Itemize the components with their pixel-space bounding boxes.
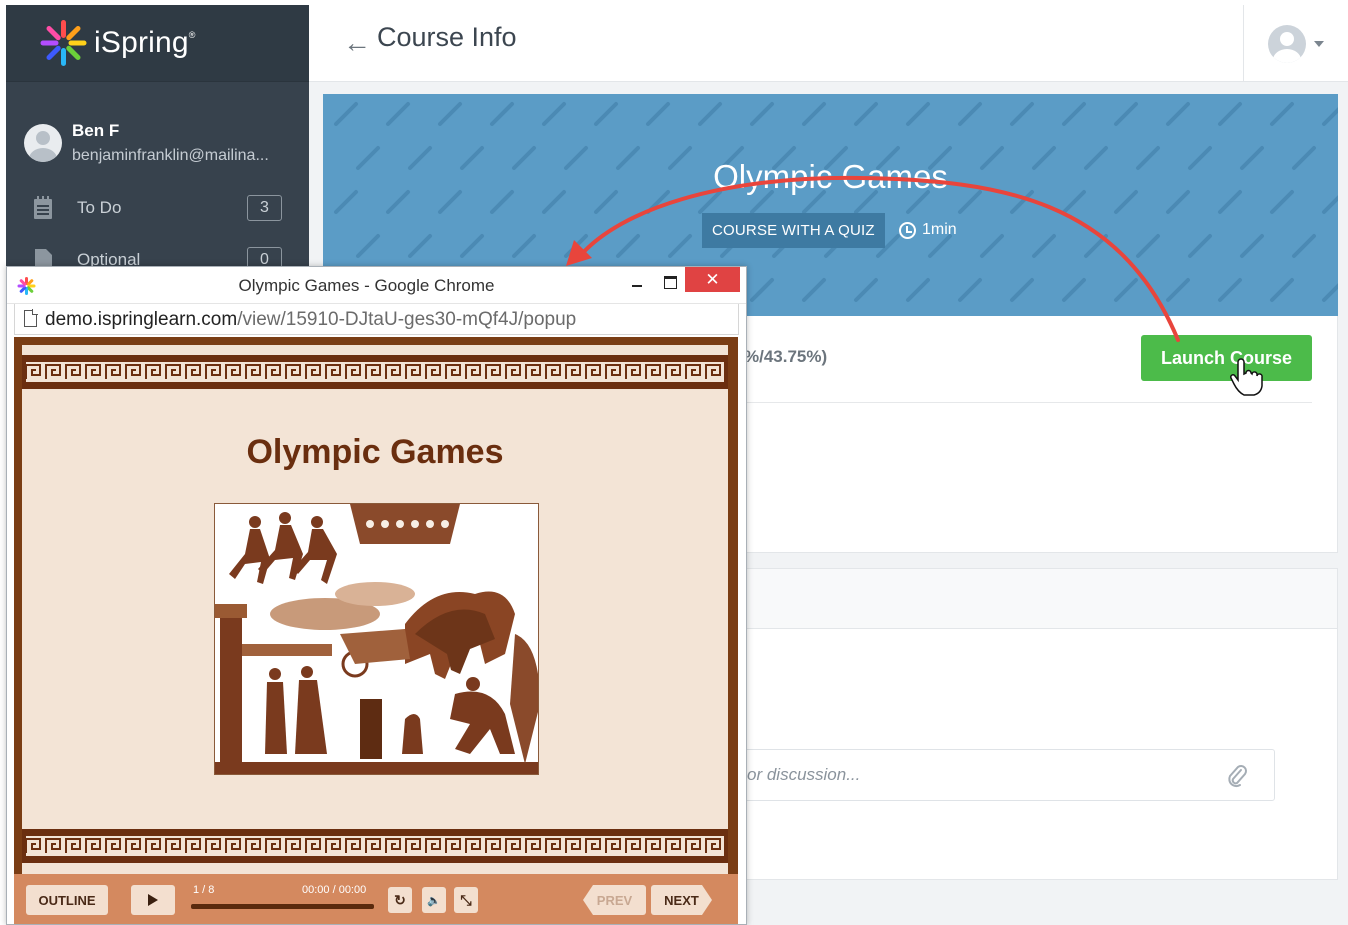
greek-key-border-bottom <box>22 829 728 863</box>
fullscreen-icon: ⤡ <box>460 891 472 908</box>
sidebar-item-label: To Do <box>77 198 122 217</box>
popup-titlebar[interactable]: Olympic Games - Google Chrome ✕ <box>7 267 746 304</box>
prev-button[interactable]: PREV <box>583 885 646 915</box>
brand-name[interactable]: iSpring® <box>94 26 196 60</box>
slide-counter: 1 / 8 <box>193 884 215 896</box>
greek-key-border-top <box>22 355 728 389</box>
course-player: Olympic Games OUTLINE 1 / 8 00:00 / 00:0… <box>14 337 738 924</box>
volume-icon: 🔈 <box>427 894 441 907</box>
url-text[interactable]: demo.ispringlearn.com/view/15910-DJtaU-g… <box>45 309 576 331</box>
clock-icon <box>899 221 916 239</box>
duration-text: 1min <box>922 221 957 238</box>
replay-button[interactable]: ↻ <box>388 887 412 913</box>
outline-button[interactable]: OUTLINE <box>26 885 108 915</box>
calendar-icon <box>34 196 52 219</box>
user-email: benjaminfranklin@mailina... <box>72 147 269 164</box>
sidebar-item-todo[interactable]: To Do 3 <box>6 182 309 234</box>
screen: iSpring® Ben F benjaminfranklin@mailina.… <box>0 0 1348 925</box>
course-type-badge: COURSE WITH A QUIZ <box>702 213 885 248</box>
course-title: Olympic Games <box>713 158 948 195</box>
close-button[interactable]: ✕ <box>685 267 740 292</box>
avatar <box>24 124 62 162</box>
user-avatar-icon <box>1268 24 1306 63</box>
url-path: /view/15910-DJtaU-ges30-mQf4J/popup <box>237 309 577 330</box>
discussion-input[interactable]: or discussion... <box>664 749 1275 801</box>
next-button[interactable]: NEXT <box>651 885 712 915</box>
sidebar-user[interactable]: Ben F benjaminfranklin@mailina... <box>6 82 309 182</box>
player-controls-bar: OUTLINE 1 / 8 00:00 / 00:00 ↻ 🔈 ⤡ PREV N… <box>14 874 738 924</box>
registered-mark: ® <box>188 30 196 40</box>
chevron-down-icon <box>1314 40 1324 47</box>
course-duration: 1min <box>899 221 957 239</box>
slide-canvas: Olympic Games <box>22 345 728 874</box>
top-bar: ← Course Info <box>309 5 1348 82</box>
todo-count-badge: 3 <box>247 195 282 221</box>
play-button[interactable] <box>131 885 175 915</box>
replay-icon: ↻ <box>394 891 406 908</box>
play-icon <box>148 894 158 906</box>
playback-time: 00:00 / 00:00 <box>302 884 367 896</box>
slide-title: Olympic Games <box>246 433 504 471</box>
volume-button[interactable]: 🔈 <box>422 887 446 913</box>
url-host: demo.ispringlearn.com <box>45 309 238 330</box>
user-name: Ben F <box>72 121 120 140</box>
address-bar[interactable]: demo.ispringlearn.com/view/15910-DJtaU-g… <box>14 304 739 335</box>
sidebar-header: iSpring® <box>6 5 309 82</box>
user-menu-button[interactable] <box>1243 5 1348 82</box>
ispring-logo-icon[interactable] <box>38 18 88 68</box>
maximize-button[interactable] <box>653 269 685 293</box>
page-icon <box>24 309 38 327</box>
minimize-button[interactable] <box>621 271 653 295</box>
olympic-games-illustration <box>214 503 539 775</box>
fullscreen-button[interactable]: ⤡ <box>454 887 478 913</box>
launch-course-button[interactable]: Launch Course <box>1141 335 1312 381</box>
discussion-placeholder: or discussion... <box>747 765 861 784</box>
back-arrow-icon[interactable]: ← <box>343 27 371 59</box>
progress-text: %/43.75%) <box>744 347 828 366</box>
page-title: Course Info <box>377 22 517 52</box>
paperclip-icon[interactable] <box>1226 764 1248 788</box>
divider <box>744 402 1312 403</box>
chrome-popup-window[interactable]: Olympic Games - Google Chrome ✕ demo.isp… <box>6 266 747 925</box>
seek-bar[interactable] <box>191 904 374 909</box>
